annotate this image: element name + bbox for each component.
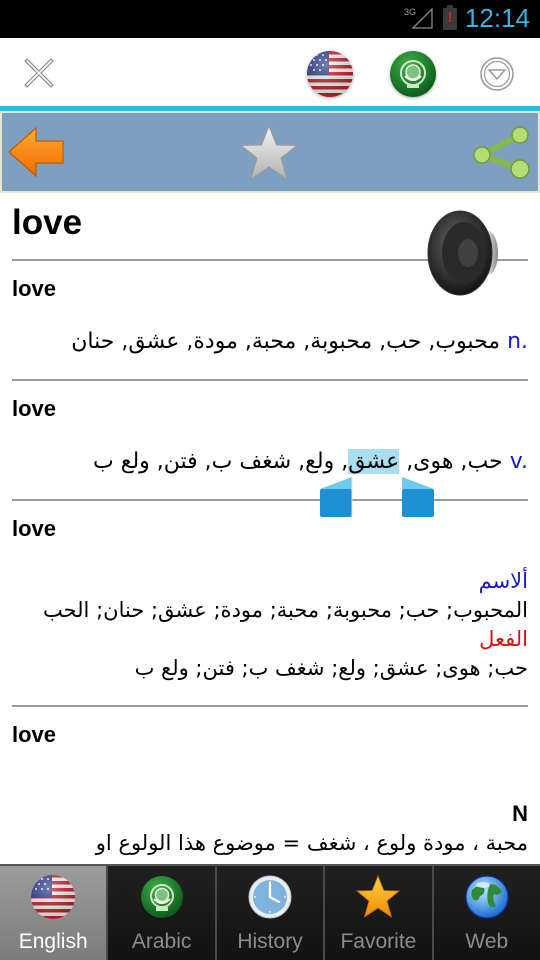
tab-label: Arabic [131, 930, 192, 953]
description-line: محبة ، مودة ولوع ، شغف = موضوع هذا الولو… [95, 831, 528, 855]
divider [12, 379, 528, 381]
clock: 12:14 [464, 3, 530, 33]
entry-title: love [12, 722, 57, 747]
arabic-description: محبة ، مودة ولوع ، شغف = موضوع هذا الولو… [12, 829, 528, 858]
tab-label: History [237, 930, 303, 953]
verb-definitions: حب; هوى; عشق; ولع; شغف ب; فتن; ولع ب [134, 656, 528, 680]
selection-handle-end[interactable] [402, 477, 436, 519]
noun-translation[interactable]: n. محبوب, حب, محبوبة, محبة, مودة, عشق, ح… [71, 329, 528, 354]
status-bar: 3G ! 12:14 [0, 0, 540, 38]
noun-definitions: المحبوب; حب; محبوبة; محبة; مودة; عشق; حن… [42, 598, 528, 622]
divider [12, 705, 528, 707]
tab-english[interactable]: English [0, 866, 109, 960]
tab-label: English [18, 930, 88, 953]
battery-icon: ! [443, 5, 457, 30]
pos-label: N [512, 801, 528, 826]
arab-league-flag-icon [140, 876, 183, 918]
bottom-tab-bar: English Arabic History Favorite Web [0, 864, 540, 960]
divider [12, 499, 528, 501]
dropdown-menu-icon[interactable] [479, 56, 515, 92]
tab-arabic[interactable]: Arabic [108, 866, 217, 960]
share-icon[interactable] [470, 125, 534, 181]
arabic-language-button[interactable] [390, 51, 436, 97]
tab-web[interactable]: Web [433, 866, 540, 960]
verb-translation[interactable]: v. حب, هوى, عشق, ولع, شغف ب, فتن, ولع ب [93, 449, 528, 474]
english-language-button[interactable] [307, 51, 353, 97]
tab-history[interactable]: History [216, 866, 326, 960]
translation-text-after: , ولع, شغف ب, فتن, ولع ب [93, 449, 349, 474]
back-arrow-icon[interactable] [6, 125, 66, 179]
tab-label: Web [465, 930, 509, 953]
star-icon [356, 874, 401, 918]
pos-label: v. [509, 449, 528, 474]
battery-alert: ! [447, 9, 453, 26]
clock-icon [248, 875, 292, 919]
favorite-star-icon[interactable] [238, 123, 300, 183]
globe-icon [465, 875, 509, 919]
translation-text: محبوب, حب, محبوبة, محبة, مودة, عشق, حنان [71, 329, 501, 354]
top-toolbar [0, 38, 540, 106]
selected-text[interactable]: عشق [348, 449, 400, 474]
network-type: 3G [404, 7, 416, 17]
tab-favorite[interactable]: Favorite [325, 866, 434, 960]
action-bar [0, 111, 540, 193]
selection-handle-start[interactable] [320, 477, 354, 519]
entry-title: love [12, 516, 57, 541]
pos-label: n. [507, 329, 528, 354]
arab-league-flag-icon [390, 51, 436, 97]
speaker-icon[interactable] [424, 207, 506, 299]
close-icon[interactable] [22, 56, 56, 90]
headword: love [12, 203, 83, 242]
verb-label: الفعل [479, 627, 528, 651]
us-flag-icon [31, 875, 76, 919]
definition-content[interactable]: love love n. محبوب, حب, محبوبة, محبة, مو… [0, 193, 540, 864]
tab-label: Favorite [340, 930, 417, 953]
noun-label: ألاسم [478, 569, 528, 593]
signal-icon: 3G [404, 7, 433, 29]
arabic-definition-block: ألاسم المحبوب; حب; محبوبة; محبة; مودة; ع… [12, 567, 528, 683]
us-flag-icon [307, 51, 353, 97]
entry-title: love [12, 276, 57, 301]
entry-title: love [12, 396, 57, 421]
translation-text-before: حب, هوى, [399, 449, 503, 474]
